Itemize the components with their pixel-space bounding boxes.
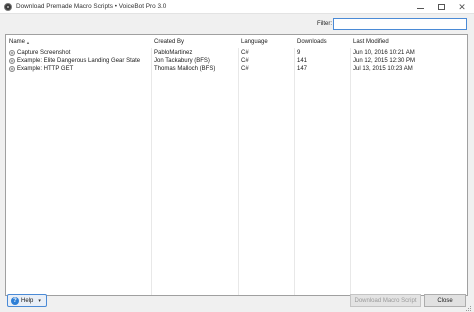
close-button[interactable]: Close <box>424 294 466 307</box>
title-bar: Download Premade Macro Scripts • VoiceBo… <box>0 0 474 14</box>
close-icon: ✕ <box>458 1 466 12</box>
maximize-button[interactable] <box>431 0 451 14</box>
cell-language: C# <box>241 50 249 56</box>
cell-name: Example: HTTP GET <box>17 66 74 72</box>
table-row[interactable]: Example: Elite Dangerous Landing Gear St… <box>6 57 467 65</box>
cell-name: Example: Elite Dangerous Landing Gear St… <box>17 58 141 64</box>
column-header-last-modified[interactable]: Last Modified <box>353 39 389 45</box>
voicebot-app-icon <box>4 3 12 11</box>
column-header-name[interactable]: Name <box>9 39 25 45</box>
column-separator <box>151 35 152 295</box>
help-icon: ? <box>11 296 19 305</box>
script-icon <box>9 50 15 56</box>
sort-ascending-icon: ▲ <box>26 40 30 45</box>
cell-name: Capture Screenshot <box>17 50 71 56</box>
table-row[interactable]: Capture Screenshot PabloMartinez C# 9 Ju… <box>6 49 467 57</box>
macro-script-list[interactable]: Name ▲ Created By Language Downloads Las… <box>5 34 468 296</box>
dialog-footer: ? Help ▾ Download Macro Script Close <box>0 292 474 312</box>
script-icon <box>9 58 15 64</box>
cell-downloads: 147 <box>297 66 308 72</box>
column-separator <box>350 35 351 295</box>
filter-label: Filter: <box>317 21 332 27</box>
maximize-icon <box>437 4 445 10</box>
dialog-body: Filter: Name ▲ Created By Language Downl… <box>0 14 474 312</box>
minimize-button[interactable] <box>410 0 430 14</box>
cell-language: C# <box>241 58 249 64</box>
filter-input[interactable] <box>333 18 467 30</box>
cell-downloads: 9 <box>297 50 301 56</box>
cell-created-by: PabloMartinez <box>154 50 193 56</box>
cell-last-modified: Jul 13, 2015 10:23 AM <box>353 66 413 72</box>
column-header-language[interactable]: Language <box>241 39 268 45</box>
cell-created-by: Jon Tackabury (BFS) <box>154 58 210 64</box>
cell-last-modified: Jun 12, 2015 12:30 PM <box>353 58 416 64</box>
help-label: Help <box>21 297 34 304</box>
column-header-downloads[interactable]: Downloads <box>297 39 327 45</box>
column-separator <box>294 35 295 295</box>
minimize-icon <box>416 7 424 9</box>
download-macro-script-button[interactable]: Download Macro Script <box>350 294 421 307</box>
table-row[interactable]: Example: HTTP GET Thomas Malloch (BFS) C… <box>6 65 467 73</box>
column-separator <box>238 35 239 295</box>
script-icon <box>9 66 15 72</box>
cell-downloads: 141 <box>297 58 308 64</box>
resize-grip-icon[interactable] <box>464 304 472 312</box>
cell-created-by: Thomas Malloch (BFS) <box>154 66 216 72</box>
chevron-down-icon: ▾ <box>38 297 41 304</box>
column-header-created-by[interactable]: Created By <box>154 39 184 45</box>
help-button[interactable]: ? Help ▾ <box>7 294 47 307</box>
cell-last-modified: Jun 10, 2016 10:21 AM <box>353 50 415 56</box>
cell-language: C# <box>241 66 249 72</box>
window-title: Download Premade Macro Scripts • VoiceBo… <box>16 3 167 10</box>
list-header: Name ▲ Created By Language Downloads Las… <box>6 35 467 48</box>
close-window-button[interactable]: ✕ <box>452 0 472 14</box>
